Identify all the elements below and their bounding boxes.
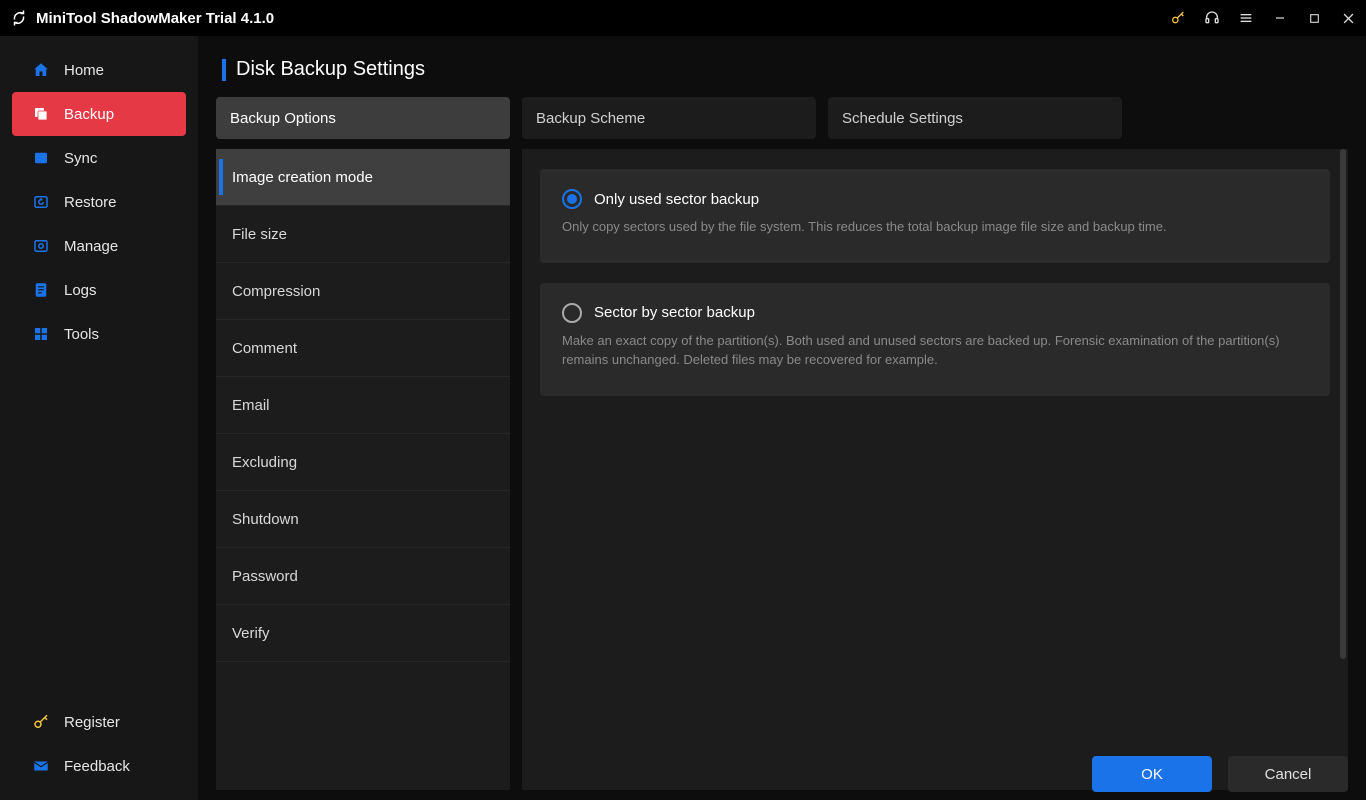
sidebar-item-label: Register	[64, 714, 120, 731]
key-icon	[32, 713, 50, 731]
settings-item-label: Password	[232, 568, 298, 585]
key-icon[interactable]	[1170, 10, 1186, 26]
radio-icon	[562, 189, 582, 209]
settings-item-label: Compression	[232, 283, 320, 300]
maximize-icon[interactable]	[1306, 10, 1322, 26]
backup-icon	[32, 105, 50, 123]
logs-icon	[32, 281, 50, 299]
app-title: MiniTool ShadowMaker Trial 4.1.0	[36, 10, 274, 27]
settings-item-excluding[interactable]: Excluding	[216, 434, 510, 491]
tab-label: Backup Scheme	[536, 110, 645, 127]
sidebar-item-manage[interactable]: Manage	[12, 224, 186, 268]
settings-item-shutdown[interactable]: Shutdown	[216, 491, 510, 548]
button-label: Cancel	[1265, 766, 1312, 783]
tab-label: Schedule Settings	[842, 110, 963, 127]
sidebar-item-restore[interactable]: Restore	[12, 180, 186, 224]
tab-schedule-settings[interactable]: Schedule Settings	[828, 97, 1122, 139]
tab-backup-options[interactable]: Backup Options	[216, 97, 510, 139]
settings-item-image-creation-mode[interactable]: Image creation mode	[216, 149, 510, 206]
sidebar-item-label: Restore	[64, 194, 117, 211]
scrollbar[interactable]	[1340, 149, 1346, 659]
sidebar-item-label: Logs	[64, 282, 97, 299]
settings-item-label: File size	[232, 226, 287, 243]
option-card-sector-by-sector: Sector by sector backup Make an exact co…	[540, 283, 1330, 396]
headset-icon[interactable]	[1204, 10, 1220, 26]
sidebar-item-register[interactable]: Register	[12, 700, 186, 744]
settings-item-verify[interactable]: Verify	[216, 605, 510, 662]
radio-icon	[562, 303, 582, 323]
settings-item-email[interactable]: Email	[216, 377, 510, 434]
title-accent-bar	[222, 59, 226, 81]
sync-icon	[32, 149, 50, 167]
sidebar-item-backup[interactable]: Backup	[12, 92, 186, 136]
button-label: OK	[1141, 766, 1163, 783]
sidebar: Home Backup Sync Restore Manage Logs	[0, 36, 198, 800]
option-description: Only copy sectors used by the file syste…	[562, 217, 1308, 237]
settings-item-label: Verify	[232, 625, 270, 642]
settings-item-label: Email	[232, 397, 270, 414]
sidebar-item-home[interactable]: Home	[12, 48, 186, 92]
option-title: Only used sector backup	[594, 191, 759, 208]
sidebar-item-label: Sync	[64, 150, 97, 167]
tab-label: Backup Options	[230, 110, 336, 127]
settings-list: Image creation mode File size Compressio…	[216, 149, 510, 790]
settings-item-file-size[interactable]: File size	[216, 206, 510, 263]
sidebar-item-logs[interactable]: Logs	[12, 268, 186, 312]
app-logo-icon	[10, 9, 28, 27]
mail-icon	[32, 757, 50, 775]
sidebar-item-label: Home	[64, 62, 104, 79]
minimize-icon[interactable]	[1272, 10, 1288, 26]
settings-item-password[interactable]: Password	[216, 548, 510, 605]
sidebar-item-feedback[interactable]: Feedback	[12, 744, 186, 788]
option-title: Sector by sector backup	[594, 304, 755, 321]
restore-icon	[32, 193, 50, 211]
option-card-used-sector: Only used sector backup Only copy sector…	[540, 169, 1330, 263]
tools-icon	[32, 325, 50, 343]
settings-item-compression[interactable]: Compression	[216, 263, 510, 320]
sidebar-item-label: Manage	[64, 238, 118, 255]
close-icon[interactable]	[1340, 10, 1356, 26]
sidebar-item-label: Feedback	[64, 758, 130, 775]
menu-icon[interactable]	[1238, 10, 1254, 26]
content-area: Disk Backup Settings Backup Options Back…	[198, 36, 1366, 800]
settings-item-label: Excluding	[232, 454, 297, 471]
settings-item-label: Shutdown	[232, 511, 299, 528]
sidebar-item-sync[interactable]: Sync	[12, 136, 186, 180]
settings-item-label: Comment	[232, 340, 297, 357]
radio-option-used-sector[interactable]: Only used sector backup	[562, 189, 1308, 209]
radio-option-sector-by-sector[interactable]: Sector by sector backup	[562, 303, 1308, 323]
tab-backup-scheme[interactable]: Backup Scheme	[522, 97, 816, 139]
sidebar-item-tools[interactable]: Tools	[12, 312, 186, 356]
home-icon	[32, 61, 50, 79]
page-title: Disk Backup Settings	[236, 58, 425, 81]
option-description: Make an exact copy of the partition(s). …	[562, 331, 1308, 370]
tab-row: Backup Options Backup Scheme Schedule Se…	[216, 97, 1348, 139]
ok-button[interactable]: OK	[1092, 756, 1212, 792]
cancel-button[interactable]: Cancel	[1228, 756, 1348, 792]
sidebar-item-label: Backup	[64, 106, 114, 123]
settings-item-label: Image creation mode	[232, 169, 373, 186]
sidebar-item-label: Tools	[64, 326, 99, 343]
settings-item-comment[interactable]: Comment	[216, 320, 510, 377]
settings-pane: Only used sector backup Only copy sector…	[522, 149, 1348, 790]
titlebar: MiniTool ShadowMaker Trial 4.1.0	[0, 0, 1366, 36]
manage-icon	[32, 237, 50, 255]
